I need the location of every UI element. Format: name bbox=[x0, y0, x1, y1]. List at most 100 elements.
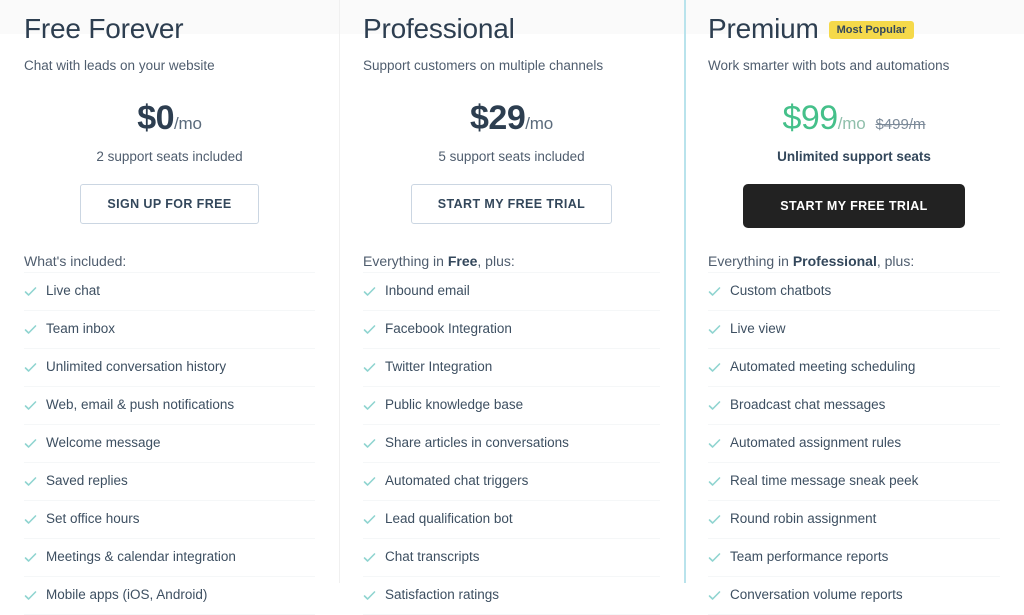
price-amount: $29 bbox=[470, 98, 526, 137]
feature-text: Saved replies bbox=[46, 473, 128, 489]
plan-tagline: Chat with leads on your website bbox=[24, 58, 215, 73]
included-label: Everything in Professional, plus: bbox=[708, 252, 1000, 270]
list-item: Chat transcripts bbox=[363, 539, 660, 577]
feature-text: Team performance reports bbox=[730, 549, 889, 565]
plan-tagline: Work smarter with bots and automations bbox=[708, 58, 950, 73]
check-icon bbox=[24, 285, 37, 298]
feature-list-premium: Custom chatbots Live view Automated meet… bbox=[708, 271, 1000, 615]
list-item: Automated assignment rules bbox=[708, 425, 1000, 463]
feature-text: Broadcast chat messages bbox=[730, 397, 886, 413]
plan-title: Premium bbox=[708, 12, 819, 44]
list-item: Web, email & push notifications bbox=[24, 387, 315, 425]
feature-text: Real time message sneak peek bbox=[730, 473, 919, 489]
list-item: Unlimited conversation history bbox=[24, 349, 315, 387]
check-icon bbox=[708, 551, 721, 564]
included-label-prefix: Everything in bbox=[363, 252, 448, 269]
feature-text: Round robin assignment bbox=[730, 511, 877, 527]
check-icon bbox=[363, 513, 376, 526]
feature-text: Welcome message bbox=[46, 435, 161, 451]
status-badge: Most Popular bbox=[828, 20, 915, 40]
feature-text: Automated chat triggers bbox=[385, 473, 529, 489]
price-amount: $99 bbox=[782, 98, 838, 137]
feature-text: Public knowledge base bbox=[385, 397, 524, 413]
included-label-suffix: , plus: bbox=[477, 252, 515, 269]
included-label-prefix: What's included: bbox=[24, 252, 127, 269]
feature-text: Live view bbox=[730, 321, 786, 337]
check-icon bbox=[708, 513, 721, 526]
plan-header: Premium Most Popular bbox=[708, 0, 1000, 52]
feature-text: Mobile apps (iOS, Android) bbox=[46, 587, 208, 603]
check-icon bbox=[363, 323, 376, 336]
check-icon bbox=[363, 361, 376, 374]
plan-cta-row: START MY FREE TRIAL bbox=[708, 183, 1000, 228]
feature-text: Custom chatbots bbox=[730, 283, 832, 299]
price-period: /mo bbox=[837, 113, 866, 133]
list-item: Inbound email bbox=[363, 271, 660, 311]
list-item: Mobile apps (iOS, Android) bbox=[24, 577, 315, 615]
plan-card-free: Free Forever Chat with leads on your web… bbox=[0, 0, 339, 615]
plan-card-premium: Premium Most Popular Work smarter with b… bbox=[684, 0, 1024, 615]
plan-title: Free Forever bbox=[24, 12, 184, 44]
feature-text: Team inbox bbox=[46, 321, 116, 337]
check-icon bbox=[363, 475, 376, 488]
feature-list-professional: Inbound email Facebook Integration Twitt… bbox=[363, 271, 660, 615]
list-item: Automated chat triggers bbox=[363, 463, 660, 501]
feature-text: Lead qualification bot bbox=[385, 511, 513, 527]
feature-text: Chat transcripts bbox=[385, 549, 480, 565]
plan-price: $29/mo bbox=[363, 99, 660, 141]
check-icon bbox=[363, 589, 376, 602]
feature-text: Set office hours bbox=[46, 511, 140, 527]
feature-text: Meetings & calendar integration bbox=[46, 549, 236, 565]
signup-free-button[interactable]: SIGN UP FOR FREE bbox=[80, 183, 259, 224]
feature-text: Live chat bbox=[46, 283, 101, 299]
list-item: Facebook Integration bbox=[363, 311, 660, 349]
included-label: Everything in Free, plus: bbox=[363, 252, 660, 270]
check-icon bbox=[24, 513, 37, 526]
price-original: $499/m bbox=[875, 115, 926, 133]
feature-list-free: Live chat Team inbox Unlimited conversat… bbox=[24, 271, 315, 615]
list-item: Twitter Integration bbox=[363, 349, 660, 387]
start-free-trial-button-professional[interactable]: START MY FREE TRIAL bbox=[410, 183, 613, 224]
plan-header: Professional bbox=[363, 0, 660, 52]
list-item: Automated meeting scheduling bbox=[708, 349, 1000, 387]
list-item: Saved replies bbox=[24, 463, 315, 501]
plan-title: Professional bbox=[363, 12, 515, 44]
feature-text: Automated assignment rules bbox=[730, 435, 902, 451]
list-item: Public knowledge base bbox=[363, 387, 660, 425]
price-amount: $0 bbox=[137, 98, 175, 137]
check-icon bbox=[24, 475, 37, 488]
list-item: Real time message sneak peek bbox=[708, 463, 1000, 501]
feature-text: Automated meeting scheduling bbox=[730, 359, 916, 375]
list-item: Team performance reports bbox=[708, 539, 1000, 577]
included-label-plan: Free bbox=[447, 252, 478, 269]
check-icon bbox=[363, 285, 376, 298]
check-icon bbox=[24, 589, 37, 602]
feature-text: Satisfaction ratings bbox=[385, 587, 500, 603]
feature-text: Unlimited conversation history bbox=[46, 359, 227, 375]
plan-seats: 5 support seats included bbox=[438, 148, 585, 164]
plan-price: $0/mo bbox=[24, 99, 315, 141]
feature-text: Share articles in conversations bbox=[385, 435, 569, 451]
check-icon bbox=[708, 475, 721, 488]
feature-text: Web, email & push notifications bbox=[46, 397, 235, 413]
check-icon bbox=[363, 399, 376, 412]
check-icon bbox=[708, 285, 721, 298]
included-label: What's included: bbox=[24, 252, 315, 270]
list-item: Welcome message bbox=[24, 425, 315, 463]
feature-text: Facebook Integration bbox=[385, 321, 512, 337]
list-item: Live view bbox=[708, 311, 1000, 349]
list-item: Round robin assignment bbox=[708, 501, 1000, 539]
list-item: Meetings & calendar integration bbox=[24, 539, 315, 577]
list-item: Custom chatbots bbox=[708, 271, 1000, 311]
pricing-table: Free Forever Chat with leads on your web… bbox=[0, 0, 1024, 615]
plan-cta-row: SIGN UP FOR FREE bbox=[24, 183, 315, 224]
feature-text: Conversation volume reports bbox=[730, 587, 903, 603]
list-item: Share articles in conversations bbox=[363, 425, 660, 463]
check-icon bbox=[24, 551, 37, 564]
check-icon bbox=[24, 361, 37, 374]
list-item: Conversation volume reports bbox=[708, 577, 1000, 615]
check-icon bbox=[24, 437, 37, 450]
plan-seats: 2 support seats included bbox=[96, 148, 243, 164]
included-label-plan: Professional bbox=[792, 252, 877, 269]
start-free-trial-button-premium[interactable]: START MY FREE TRIAL bbox=[743, 183, 965, 228]
